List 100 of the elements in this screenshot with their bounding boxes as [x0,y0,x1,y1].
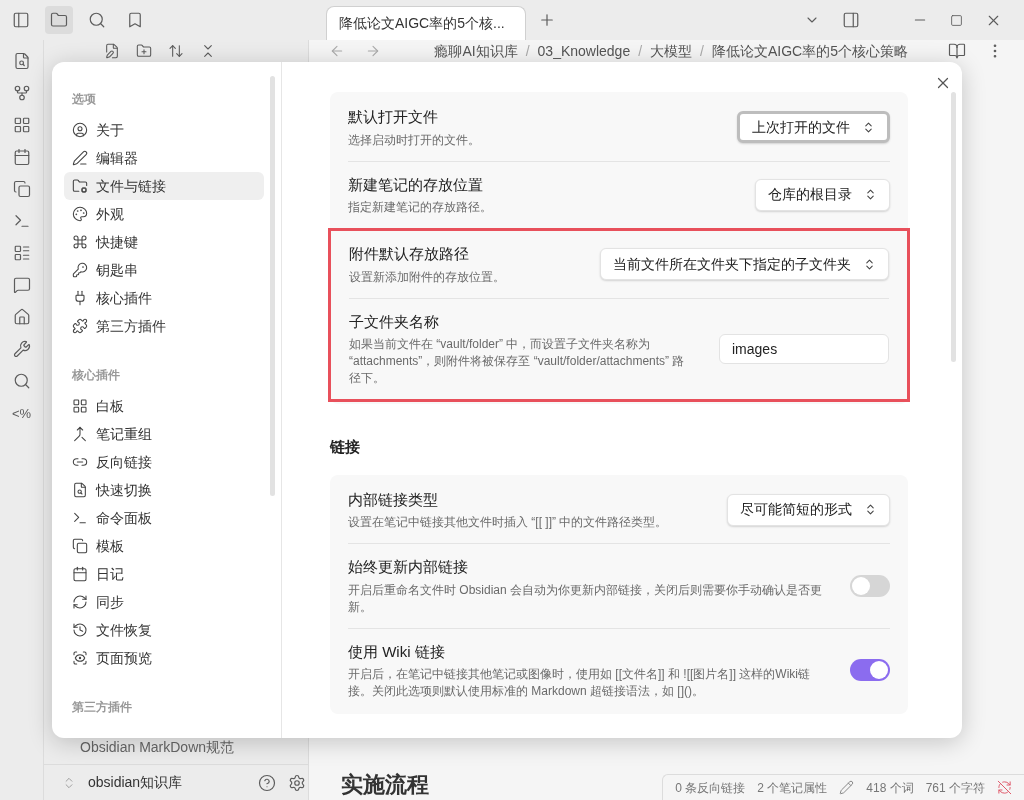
folder-icon[interactable] [50,11,68,29]
note-heading: 实施流程 [340,772,429,798]
toggle-switch[interactable] [850,659,890,682]
settings-icon[interactable] [288,773,306,792]
breadcrumb-item[interactable]: 03_Knowledge [537,40,631,62]
nav-item[interactable]: 文件与链接 [64,172,264,200]
input-field[interactable]: images [719,333,889,364]
file-item[interactable]: Obsidian MarkDown规范 [44,737,308,758]
command-icon [72,234,88,250]
setting-name: 始终更新内部链接 [348,557,469,577]
dropdown[interactable]: 尽可能简短的形式 [727,493,890,526]
nav-item[interactable]: 页面预览 [64,644,264,672]
setting-description: 设置新添加附件的存放位置。 [349,268,506,286]
setting-description: 开启后，在笔记中链接其他笔记或图像时，使用如 [[文件名]] 和 ![[图片名]] 这样的Wiki链接。关闭此选项则默认使用标准的 Markdown 超链接语法，如 []()。 [348,666,811,700]
tab[interactable]: 降低论文AIGC率的5个核... [326,6,526,40]
key-icon [72,262,88,278]
file-search-icon[interactable] [12,52,31,70]
breadcrumb-item[interactable]: 降低论文AIGC率的5个核心策略 [712,40,908,62]
nav-item[interactable]: 钥匙串 [64,256,264,284]
search-icon[interactable] [88,11,106,29]
nav-section-title: 选项 [71,91,97,108]
new-folder-icon[interactable] [136,43,152,59]
nav-item[interactable]: 日记 [64,560,264,588]
search-icon[interactable] [12,372,31,390]
folder-icon [72,178,88,194]
nav-item[interactable]: 模板 [64,532,264,560]
palette-icon [72,206,88,222]
chevrons-icon [864,188,877,202]
nav-item[interactable]: 快速切换 [64,476,264,504]
chevrons-icon [863,257,876,271]
puzzle-icon [72,318,88,334]
setting-description: 选择启动时打开的文件。 [348,131,481,149]
nav-section-title: 核心插件 [71,367,121,384]
setting-description: 设置在笔记中链接其他文件时插入 “[[ ]]” 中的文件路径类型。 [348,514,669,531]
nav-item[interactable]: 笔记重组 [64,420,264,448]
scrollbar[interactable] [951,92,956,362]
graph-icon[interactable] [12,84,31,102]
help-icon[interactable] [258,773,276,792]
file-search-icon [72,482,88,498]
tools-icon[interactable] [12,340,31,358]
copy-icon [72,538,88,554]
grid-icon[interactable] [12,116,31,134]
status-item: 761 个字符 [925,779,985,797]
vault-name[interactable]: obsidian知识库 [88,772,246,793]
new-note-icon[interactable] [104,43,120,59]
chevrons-icon [862,120,875,134]
templater-icon[interactable]: <% [11,404,32,424]
nav-item[interactable]: 同步 [64,588,264,616]
nav-item[interactable]: 白板 [64,392,264,420]
setting-name: 子文件夹名称 [349,311,440,332]
dropdown[interactable]: 仓库的根目录 [755,178,890,211]
breadcrumb-item[interactable]: 瘾聊AI知识库 [434,40,518,62]
nav-item[interactable]: 关于 [64,116,264,144]
scrollbar[interactable] [270,76,275,496]
setting-name: 默认打开文件 [348,107,439,127]
section-heading: 链接 [330,437,361,457]
setting-name: 附件默认存放路径 [349,244,470,264]
terminal-icon [72,510,88,526]
calendar-icon[interactable] [12,148,31,166]
nav-item[interactable]: 编辑器 [64,144,264,172]
status-item: 418 个词 [866,779,914,797]
pen-icon [72,150,88,166]
maximize-icon[interactable] [950,13,963,27]
nav-section-title: 第三方插件 [71,699,133,716]
nav-item[interactable]: 文件恢复 [64,616,264,644]
breadcrumb-item[interactable]: 大模型 [650,40,693,62]
nav-item[interactable]: 快捷键 [64,228,264,256]
new-tab-icon[interactable] [538,11,556,29]
bookmark-icon[interactable] [126,11,144,29]
dropdown[interactable]: 当前文件所在文件夹下指定的子文件夹 [600,248,889,281]
setting-description: 如果当前文件在 “vault/folder” 中，而设置子文件夹名称为 “attachments”，则附件将被保存至 “vault/folder/attachments” 路径下。 [349,336,686,387]
setting-name: 新建笔记的存放位置 [348,174,484,195]
breadcrumb-separator: / [700,41,704,61]
eye-icon [72,650,88,666]
chat-icon[interactable] [12,276,31,294]
terminal-icon[interactable] [12,212,31,230]
sidebar-toggle-icon[interactable] [12,11,30,29]
home-icon[interactable] [12,308,31,326]
status-item: 2 个笔记属性 [757,779,828,797]
status-item: 0 条反向链接 [675,779,746,797]
nav-item[interactable]: 命令面板 [64,504,264,532]
sync-icon [72,594,88,610]
list-icon[interactable] [12,244,31,262]
toggle-switch[interactable] [850,574,890,597]
dropdown[interactable]: 上次打开的文件 [737,111,890,144]
setting-name: 使用 Wiki 链接 [348,641,446,662]
chevrons-icon [864,503,877,517]
reading-view-icon[interactable] [948,42,966,60]
sort-icon[interactable] [168,43,184,59]
pencil-icon[interactable] [839,780,855,795]
setting-name: 内部链接类型 [348,489,439,510]
nav-item[interactable]: 核心插件 [64,284,264,312]
setting-description: 指定新建笔记的存放路径。 [348,199,493,216]
nav-item[interactable]: 反向链接 [64,448,264,476]
nav-item[interactable]: 外观 [64,200,264,228]
copy-icon[interactable] [12,180,31,198]
sidebar-toggle-icon[interactable] [842,11,860,29]
sync-off-icon[interactable] [997,780,1012,795]
nav-item[interactable]: 第三方插件 [64,312,264,340]
user-icon [72,122,88,138]
